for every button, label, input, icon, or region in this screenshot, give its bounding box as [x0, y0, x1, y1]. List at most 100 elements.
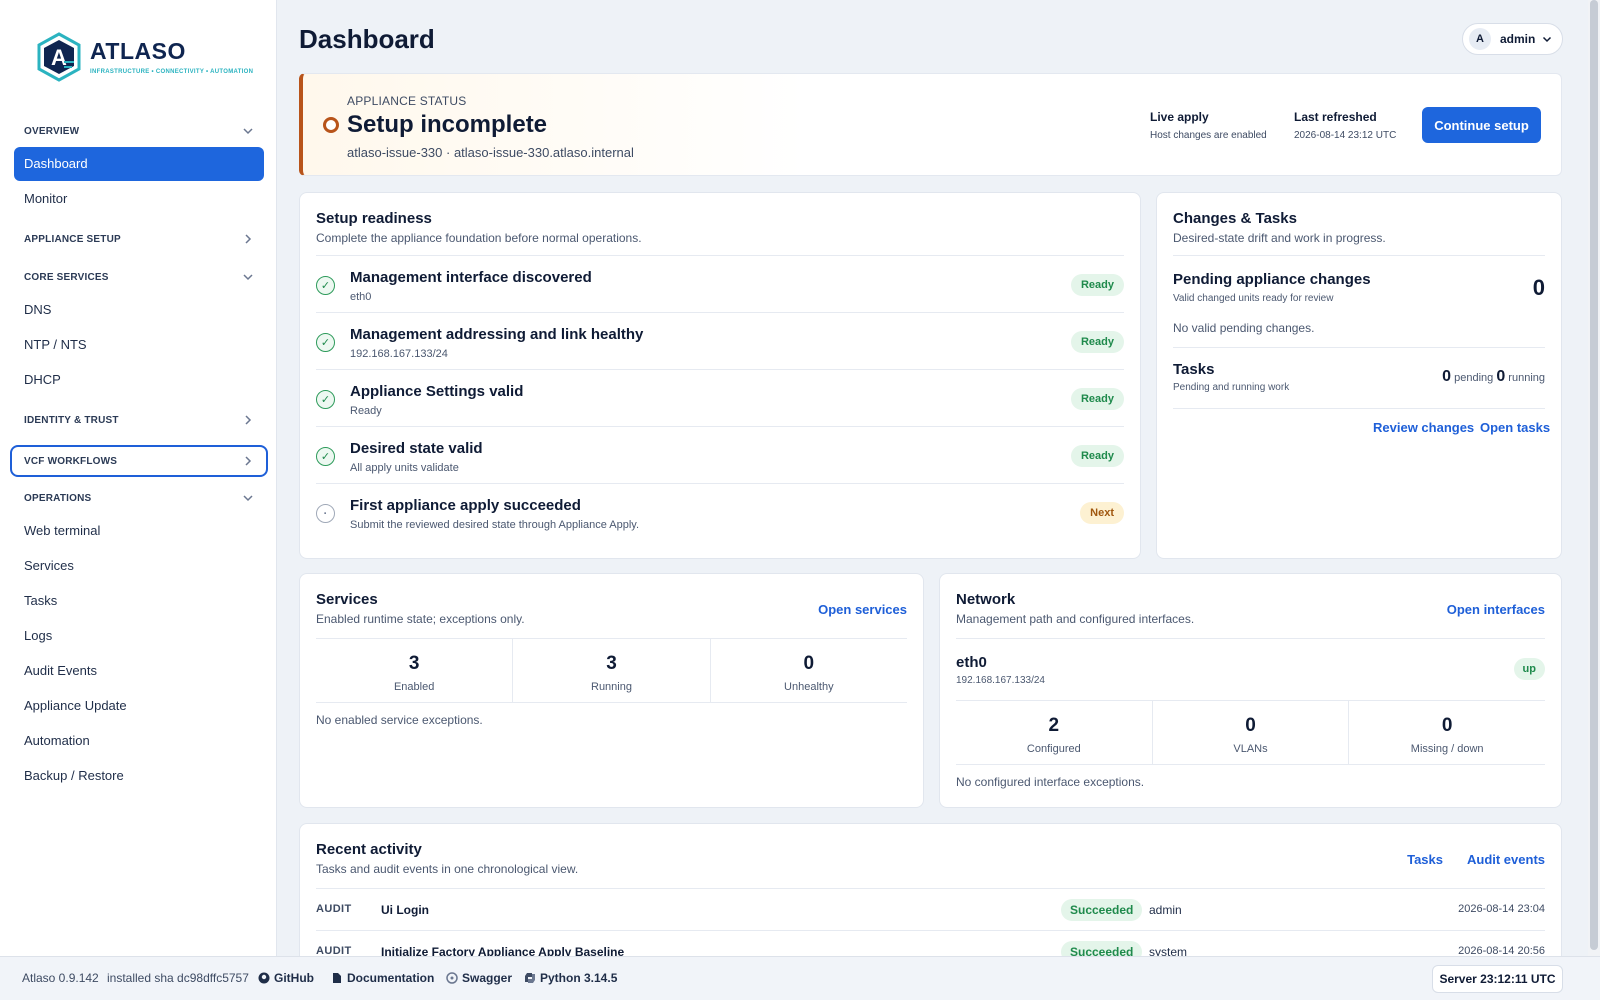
sidebar-item-logs[interactable]: Logs	[14, 619, 264, 653]
audit-events-link[interactable]: Audit events	[1467, 852, 1545, 867]
list-item: ✓ Desired state valid All apply units va…	[316, 426, 1124, 483]
table-row[interactable]: AUDIT Ui Login Succeeded admin 2026-08-1…	[316, 888, 1545, 930]
card-title: Changes & Tasks	[1173, 210, 1297, 227]
list-item: ✓ Appliance Settings valid Ready Ready	[316, 369, 1124, 426]
stat-unhealthy: 0 Unhealthy	[784, 653, 834, 693]
pending-changes-count: 0	[1532, 275, 1545, 300]
status-badge: Ready	[1070, 331, 1124, 353]
changes-tasks-card: Changes & Tasks Desired-state drift and …	[1156, 192, 1562, 559]
tasks-sub: Pending and running work	[1173, 382, 1290, 393]
services-stats: 3 Enabled 3 Running 0 Unhealthy	[316, 638, 907, 703]
sidebar-item-backup-restore[interactable]: Backup / Restore	[14, 759, 264, 793]
user-menu-button[interactable]: A admin	[1462, 23, 1563, 55]
open-services-link[interactable]: Open services	[818, 602, 907, 617]
nav-section-core-services[interactable]: CORE SERVICES	[14, 262, 264, 292]
brand-logo[interactable]: A ATLASO INFRASTRUCTURE • CONNECTIVITY •…	[34, 32, 253, 82]
card-subtitle: Enabled runtime state; exceptions only.	[316, 612, 525, 626]
swagger-link[interactable]: Swagger	[446, 971, 512, 985]
sidebar-item-audit-events[interactable]: Audit Events	[14, 654, 264, 688]
appliance-status-banner: APPLIANCE STATUS Setup incomplete atlaso…	[299, 73, 1562, 176]
avatar: A	[1469, 28, 1491, 50]
status-badge: up	[1513, 658, 1545, 680]
list-item: ✓ Management interface discovered eth0 R…	[316, 255, 1124, 312]
pending-changes-note: No valid pending changes.	[1173, 321, 1315, 335]
status-badge: Ready	[1070, 388, 1124, 410]
review-changes-link[interactable]: Review changes	[1373, 420, 1474, 435]
tasks-title: Tasks	[1173, 361, 1215, 378]
status-title: Setup incomplete	[347, 111, 548, 138]
tasks-counts: 0 pending 0 running	[1442, 368, 1545, 385]
sidebar-item-web-terminal[interactable]: Web terminal	[14, 514, 264, 548]
python-link[interactable]: Python 3.14.5	[524, 971, 617, 985]
readiness-list: ✓ Management interface discovered eth0 R…	[316, 255, 1124, 540]
warning-ring-icon	[323, 117, 339, 133]
card-subtitle: Desired-state drift and work in progress…	[1173, 231, 1386, 245]
nav-section-identity-trust[interactable]: IDENTITY & TRUST	[14, 405, 264, 435]
atlaso-logo-icon: A	[37, 32, 81, 82]
installed-sha: installed sha dc98dffc5757	[107, 971, 249, 985]
status-hostname: atlaso-issue-330 · atlaso-issue-330.atla…	[347, 145, 634, 160]
sidebar-item-monitor[interactable]: Monitor	[14, 182, 264, 216]
check-icon: ✓	[316, 390, 335, 409]
status-badge: Ready	[1070, 445, 1124, 467]
network-note: No configured interface exceptions.	[956, 775, 1145, 789]
open-interfaces-link[interactable]: Open interfaces	[1447, 602, 1545, 617]
sidebar-nav: OVERVIEW Dashboard Monitor APPLIANCE SET…	[10, 110, 268, 794]
nav-section-operations[interactable]: OPERATIONS	[14, 483, 264, 513]
setup-readiness-card: Setup readiness Complete the appliance f…	[299, 192, 1141, 559]
sidebar: A ATLASO INFRASTRUCTURE • CONNECTIVITY •…	[0, 0, 277, 956]
check-icon: ✓	[316, 447, 335, 466]
live-apply-info: Live apply Host changes are enabled	[1150, 110, 1267, 141]
page-title: Dashboard	[299, 24, 435, 54]
status-badge: Next	[1080, 502, 1124, 524]
stat-running: 3 Running	[513, 639, 711, 702]
stat-configured: 2 Configured	[956, 701, 1153, 764]
page-scrollbar[interactable]	[1588, 0, 1600, 956]
network-card: Network Management path and configured i…	[939, 573, 1562, 808]
tasks-link[interactable]: Tasks	[1407, 852, 1443, 867]
status-badge: Succeeded	[1061, 899, 1143, 921]
chevron-down-icon	[1543, 36, 1552, 43]
continue-setup-button[interactable]: Continue setup	[1422, 107, 1541, 143]
sidebar-item-services[interactable]: Services	[14, 549, 264, 583]
github-icon	[258, 972, 270, 984]
pending-changes-sub: Valid changed units ready for review	[1173, 293, 1334, 304]
nav-section-appliance-setup[interactable]: APPLIANCE SETUP	[14, 224, 264, 254]
scrollbar-thumb[interactable]	[1590, 0, 1598, 950]
chevron-right-icon	[245, 415, 252, 425]
card-subtitle: Tasks and audit events in one chronologi…	[316, 862, 579, 876]
python-icon	[525, 973, 535, 983]
sidebar-item-dashboard[interactable]: Dashboard	[14, 147, 264, 181]
footer: Atlaso 0.9.142 installed sha dc98dffc575…	[0, 956, 1600, 1000]
server-time: Server 23:12:11 UTC	[1432, 965, 1563, 993]
interface-address: 192.168.167.133/24	[956, 675, 1045, 686]
github-link[interactable]: GitHub	[258, 971, 314, 985]
card-subtitle: Management path and configured interface…	[956, 612, 1195, 626]
card-title: Services	[316, 591, 378, 608]
card-title: Network	[956, 591, 1016, 608]
pending-changes-title: Pending appliance changes	[1173, 271, 1371, 288]
brand-name: ATLASO	[90, 38, 186, 64]
brand-tagline: INFRASTRUCTURE • CONNECTIVITY • AUTOMATI…	[90, 69, 254, 75]
sidebar-item-ntp[interactable]: NTP / NTS	[14, 328, 264, 362]
services-note: No enabled service exceptions.	[316, 713, 483, 727]
interface-name: eth0	[956, 654, 987, 671]
nav-section-overview[interactable]: OVERVIEW	[14, 116, 264, 146]
nav-section-vcf-workflows[interactable]: VCF WORKFLOWS	[10, 445, 268, 477]
swagger-icon	[446, 972, 458, 984]
sidebar-item-dns[interactable]: DNS	[14, 293, 264, 327]
stat-missing-down: 0 Missing / down	[1410, 715, 1484, 755]
sidebar-item-dhcp[interactable]: DHCP	[14, 363, 264, 397]
sidebar-item-tasks[interactable]: Tasks	[14, 584, 264, 618]
check-icon: ✓	[316, 333, 335, 352]
list-item: · First appliance apply succeeded Submit…	[316, 483, 1124, 540]
chevron-down-icon	[243, 274, 253, 281]
card-subtitle: Complete the appliance foundation before…	[316, 231, 642, 245]
open-tasks-link[interactable]: Open tasks	[1480, 420, 1550, 435]
last-refreshed-info: Last refreshed 2026-08-14 23:12 UTC	[1294, 110, 1397, 141]
sidebar-item-appliance-update[interactable]: Appliance Update	[14, 689, 264, 723]
stat-enabled: 3 Enabled	[316, 639, 514, 702]
documentation-link[interactable]: Documentation	[331, 971, 434, 985]
sidebar-item-automation[interactable]: Automation	[14, 724, 264, 758]
pending-dot-icon: ·	[316, 504, 335, 523]
